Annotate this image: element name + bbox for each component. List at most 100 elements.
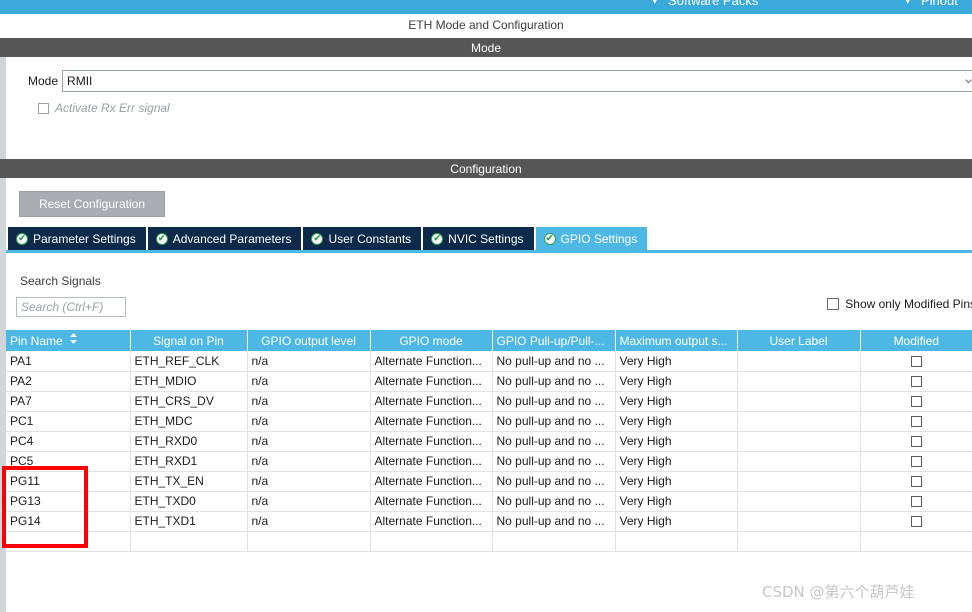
- cell-user-label[interactable]: [737, 471, 861, 492]
- tab-nvic-settings[interactable]: ✔ NVIC Settings: [423, 227, 534, 250]
- modified-checkbox[interactable]: [910, 356, 922, 368]
- top-tab-software-packs[interactable]: Software Packs: [668, 0, 758, 8]
- table-row[interactable]: PC4 ETH_RXD0 n/a Alternate Function... No pu…: [6, 431, 972, 452]
- table-row[interactable]: PA2 ETH_MDIO n/a Alternate Function... No pu…: [6, 371, 972, 392]
- table-row[interactable]: PA1 ETH_REF_CLK n/a Alternate Function... No…: [6, 351, 972, 372]
- cell-pull[interactable]: No pull-up and no ...: [492, 351, 616, 372]
- table-row[interactable]: PC1 ETH_MDC n/a Alternate Function... No pul…: [6, 411, 972, 432]
- modified-cell[interactable]: [860, 391, 972, 412]
- cell-user-label[interactable]: [737, 411, 861, 432]
- top-tab-pinout[interactable]: Pinout: [921, 0, 958, 8]
- column-header-user-label[interactable]: User Label: [737, 330, 861, 351]
- cell-mode[interactable]: Alternate Function...: [370, 471, 493, 492]
- cell-user-label[interactable]: [737, 451, 861, 472]
- modified-checkbox[interactable]: [910, 476, 922, 488]
- cell-mode[interactable]: Alternate Function...: [370, 371, 493, 392]
- cell-user-label[interactable]: [737, 431, 861, 452]
- cell-pull[interactable]: No pull-up and no ...: [492, 451, 616, 472]
- cell-pull[interactable]: No pull-up and no ...: [492, 471, 616, 492]
- tab-parameter-settings[interactable]: ✔ Parameter Settings: [8, 227, 146, 250]
- modified-checkbox[interactable]: [910, 456, 922, 468]
- modified-cell[interactable]: [860, 511, 972, 532]
- cell-mode[interactable]: Alternate Function...: [370, 511, 493, 532]
- cell-speed[interactable]: Very High: [615, 351, 738, 372]
- show-only-modified-pins-row[interactable]: Show only Modified Pins: [827, 297, 972, 311]
- tab-advanced-parameters[interactable]: ✔ Advanced Parameters: [147, 227, 302, 250]
- cell-speed[interactable]: Very High: [615, 511, 738, 532]
- cell-mode[interactable]: Alternate Function...: [370, 391, 493, 412]
- modified-checkbox[interactable]: [910, 416, 922, 428]
- cell-pull[interactable]: No pull-up and no ...: [492, 491, 616, 512]
- column-header-gpio-mode[interactable]: GPIO mode: [370, 330, 493, 351]
- cell-mode[interactable]: Alternate Function...: [370, 451, 493, 472]
- modified-checkbox[interactable]: [910, 376, 922, 388]
- column-header-signal-on-pin[interactable]: Signal on Pin: [130, 330, 248, 351]
- cell-speed[interactable]: Very High: [615, 491, 738, 512]
- tab-gpio-settings[interactable]: ✔ GPIO Settings: [535, 227, 648, 250]
- cell-out-level[interactable]: n/a: [247, 431, 371, 452]
- cell-user-label[interactable]: [737, 511, 861, 532]
- cell-pull[interactable]: No pull-up and no ...: [492, 371, 616, 392]
- cell-out-level[interactable]: n/a: [247, 511, 371, 532]
- cell-user-label[interactable]: [737, 351, 861, 372]
- cell-out-level[interactable]: n/a: [247, 451, 371, 472]
- cell-speed[interactable]: Very High: [615, 411, 738, 432]
- empty-cell: [492, 531, 616, 552]
- cell-out-level[interactable]: n/a: [247, 391, 371, 412]
- modified-cell[interactable]: [860, 411, 972, 432]
- cell-mode[interactable]: Alternate Function...: [370, 351, 493, 372]
- activate-rx-err-row[interactable]: Activate Rx Err signal: [38, 101, 170, 115]
- modified-cell[interactable]: [860, 431, 972, 452]
- search-input[interactable]: Search (Ctrl+F): [16, 297, 126, 317]
- column-header-pin-name[interactable]: Pin Name: [6, 330, 131, 351]
- modified-checkbox[interactable]: [910, 516, 922, 528]
- cell-user-label[interactable]: [737, 391, 861, 412]
- cell-pull[interactable]: No pull-up and no ...: [492, 391, 616, 412]
- modified-cell[interactable]: [860, 451, 972, 472]
- modified-cell[interactable]: [860, 351, 972, 372]
- table-row[interactable]: PG11 ETH_TX_EN n/a Alternate Function... No …: [6, 471, 972, 492]
- cell-mode[interactable]: Alternate Function...: [370, 491, 493, 512]
- cell-user-label[interactable]: [737, 491, 861, 512]
- cell-signal: ETH_REF_CLK: [130, 351, 248, 372]
- cell-signal: ETH_RXD1: [130, 451, 248, 472]
- table-row[interactable]: PG13 ETH_TXD0 n/a Alternate Function... No p…: [6, 491, 972, 512]
- column-header-maximum-output-s[interactable]: Maximum output s...: [615, 330, 738, 351]
- cell-speed[interactable]: Very High: [615, 431, 738, 452]
- cell-out-level[interactable]: n/a: [247, 491, 371, 512]
- mode-select[interactable]: RMII: [62, 70, 972, 92]
- modified-cell[interactable]: [860, 491, 972, 512]
- table-row[interactable]: PA7 ETH_CRS_DV n/a Alternate Function... No …: [6, 391, 972, 412]
- cell-mode[interactable]: Alternate Function...: [370, 431, 493, 452]
- cell-speed[interactable]: Very High: [615, 371, 738, 392]
- mode-section-header: Mode: [0, 38, 972, 57]
- sort-arrows-icon[interactable]: [69, 332, 77, 347]
- modified-checkbox[interactable]: [910, 436, 922, 448]
- cell-out-level[interactable]: n/a: [247, 471, 371, 492]
- activate-rx-err-checkbox[interactable]: [38, 102, 49, 114]
- cell-speed[interactable]: Very High: [615, 391, 738, 412]
- cell-pull[interactable]: No pull-up and no ...: [492, 431, 616, 452]
- cell-speed[interactable]: Very High: [615, 451, 738, 472]
- cell-out-level[interactable]: n/a: [247, 371, 371, 392]
- modified-cell[interactable]: [860, 371, 972, 392]
- reset-configuration-button[interactable]: Reset Configuration: [19, 191, 165, 217]
- cell-out-level[interactable]: n/a: [247, 411, 371, 432]
- cell-user-label[interactable]: [737, 371, 861, 392]
- tab-user-constants[interactable]: ✔ User Constants: [303, 227, 422, 250]
- column-header-gpio-output-level[interactable]: GPIO output level: [247, 330, 371, 351]
- show-only-modified-pins-checkbox[interactable]: [827, 298, 840, 310]
- cell-pull[interactable]: No pull-up and no ...: [492, 511, 616, 532]
- column-header-gpio-pull-up-pull[interactable]: GPIO Pull-up/Pull-...: [492, 330, 616, 351]
- modified-checkbox[interactable]: [910, 396, 922, 408]
- gpio-pin-table: Pin Name Signal on Pin GPIO output level GP…: [6, 330, 972, 552]
- column-header-modified[interactable]: Modified: [860, 330, 972, 351]
- table-row[interactable]: PC5 ETH_RXD1 n/a Alternate Function... No pu…: [6, 451, 972, 472]
- table-row[interactable]: PG14 ETH_TXD1 n/a Alternate Function... No p…: [6, 511, 972, 532]
- cell-pull[interactable]: No pull-up and no ...: [492, 411, 616, 432]
- modified-checkbox[interactable]: [910, 496, 922, 508]
- modified-cell[interactable]: [860, 471, 972, 492]
- cell-speed[interactable]: Very High: [615, 471, 738, 492]
- cell-out-level[interactable]: n/a: [247, 351, 371, 372]
- cell-mode[interactable]: Alternate Function...: [370, 411, 493, 432]
